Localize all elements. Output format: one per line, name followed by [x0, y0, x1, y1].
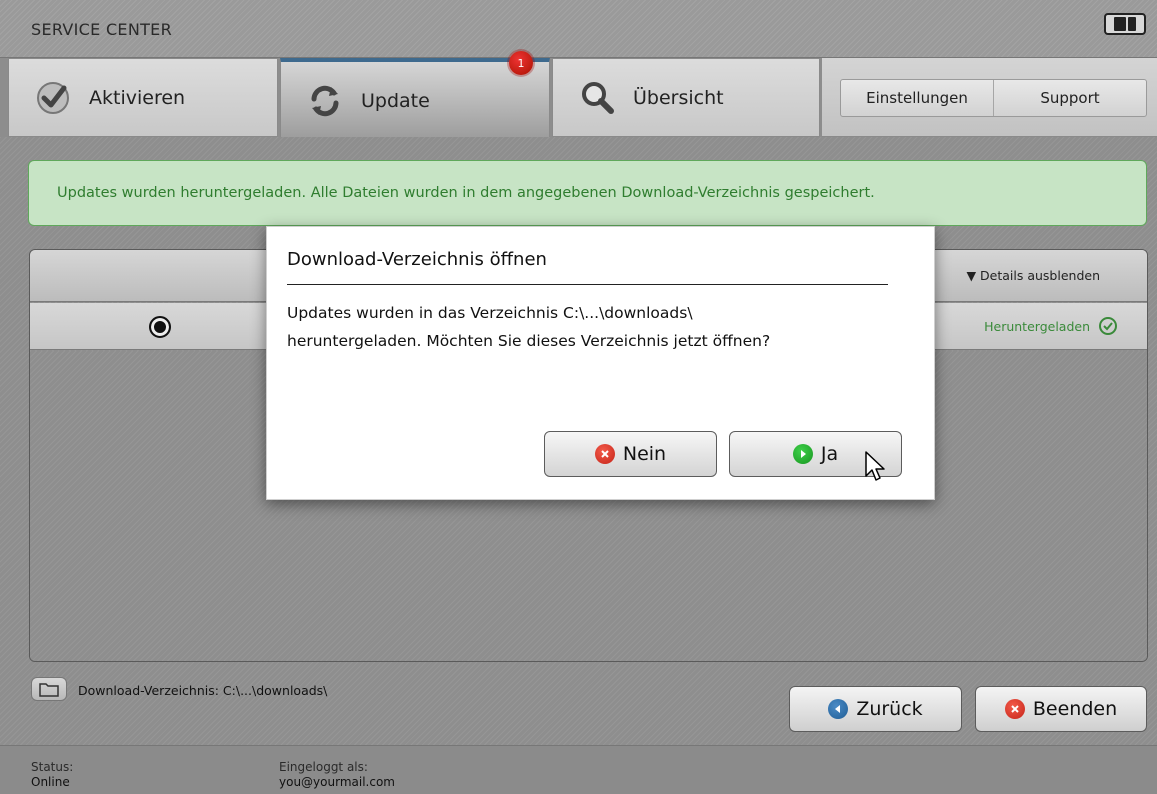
- check-circle-icon: [1099, 317, 1117, 335]
- dialog-message-line: heruntergeladen. Möchten Sie dieses Verz…: [287, 332, 771, 350]
- info-banner: Updates wurden heruntergeladen. Alle Dat…: [28, 160, 1147, 226]
- back-button[interactable]: Zurück: [789, 686, 962, 732]
- support-button[interactable]: Support: [993, 80, 1146, 116]
- no-button[interactable]: Nein: [544, 431, 717, 477]
- close-circle-icon: [594, 444, 615, 464]
- status-bar: Status: Online Eingeloggt als: you@yourm…: [0, 745, 1157, 794]
- ni-logo-icon: [1104, 13, 1146, 35]
- folder-icon: [39, 683, 59, 697]
- open-folder-dialog: Download-Verzeichnis öffnen Updates wurd…: [266, 226, 935, 500]
- dialog-message-line: Updates wurden in das Verzeichnis C:\...…: [287, 304, 693, 322]
- quit-button[interactable]: Beenden: [975, 686, 1147, 732]
- tab-update[interactable]: Update: [280, 58, 550, 139]
- status-label: Status:: [31, 760, 74, 774]
- tab-uebersicht[interactable]: Übersicht: [552, 58, 820, 137]
- back-circle-icon: [828, 699, 849, 719]
- row-status-text: Heruntergeladen: [984, 318, 1090, 334]
- no-button-label: Nein: [622, 443, 667, 465]
- tab-update-label: Update: [361, 89, 430, 112]
- details-toggle-button[interactable]: ▼ Details ausblenden: [966, 268, 1100, 283]
- quit-button-label: Beenden: [1032, 698, 1118, 720]
- yes-button-label: Ja: [820, 443, 839, 465]
- info-banner-text: Updates wurden heruntergeladen. Alle Dat…: [57, 185, 875, 201]
- open-folder-button[interactable]: [31, 677, 67, 701]
- login-label: Eingeloggt als:: [279, 760, 368, 774]
- settings-button[interactable]: Einstellungen: [841, 80, 993, 116]
- login-value: you@yourmail.com: [279, 775, 395, 789]
- refresh-icon: [311, 85, 339, 116]
- checkmark-icon: [37, 81, 69, 114]
- tab-aktivieren-label: Aktivieren: [89, 86, 186, 109]
- cursor-icon: [865, 451, 885, 481]
- update-count-badge: 1: [509, 51, 533, 75]
- title-bar: SERVICE CENTER: [0, 0, 1157, 58]
- tab-uebersicht-label: Übersicht: [633, 86, 724, 109]
- app-title: SERVICE CENTER: [31, 20, 172, 39]
- play-circle-icon: [792, 444, 813, 464]
- status-value: Online: [31, 775, 70, 789]
- radio-select[interactable]: [149, 316, 171, 338]
- dialog-title: Download-Verzeichnis öffnen: [287, 249, 888, 285]
- back-button-label: Zurück: [856, 698, 923, 720]
- close-circle-icon: [1004, 699, 1025, 719]
- dialog-message: Updates wurden in das Verzeichnis C:\...…: [287, 299, 887, 355]
- settings-support-group: Einstellungen Support: [840, 79, 1147, 117]
- download-dir-label: Download-Verzeichnis: C:\...\downloads\: [78, 683, 328, 698]
- tab-aktivieren[interactable]: Aktivieren: [8, 58, 278, 137]
- magnifier-icon: [582, 81, 614, 114]
- row-status: Heruntergeladen: [984, 316, 1118, 336]
